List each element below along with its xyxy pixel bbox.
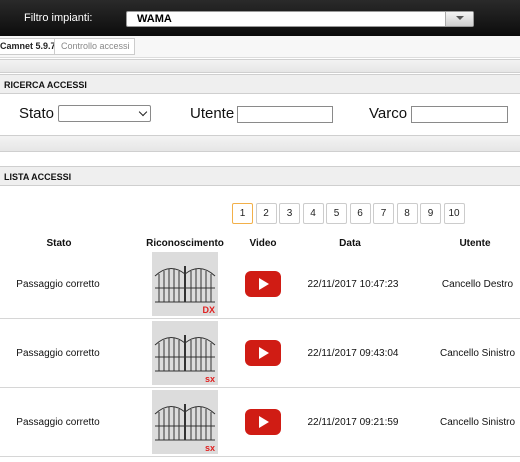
- filter-label: Filtro impianti:: [24, 12, 93, 24]
- row-stato: Passaggio corretto: [16, 348, 100, 359]
- dropdown-button[interactable]: [445, 12, 473, 26]
- page-button[interactable]: 8: [396, 203, 418, 224]
- filter-value: WAMA: [137, 13, 172, 25]
- filter-impianti-select[interactable]: WAMA: [126, 11, 474, 27]
- gate-thumbnail[interactable]: DX: [152, 252, 218, 316]
- column-header-utente[interactable]: Utente: [450, 238, 500, 249]
- row-data: 22/11/2017 09:43:04: [307, 348, 399, 359]
- stato-select[interactable]: [58, 105, 151, 122]
- gate-side-label: sx: [204, 443, 215, 453]
- page-button[interactable]: 2: [255, 203, 277, 224]
- page-button[interactable]: 6: [349, 203, 371, 224]
- row-utente: Cancello Sinistro: [439, 348, 516, 359]
- gate-thumbnail[interactable]: sx: [152, 390, 218, 454]
- row-utente: Cancello Destro: [441, 279, 514, 290]
- play-video-icon: [259, 347, 269, 359]
- top-bar: Filtro impianti: WAMA: [0, 0, 520, 36]
- play-video-button[interactable]: [245, 340, 281, 366]
- stato-label: Stato: [19, 105, 55, 122]
- page-button[interactable]: 5: [326, 203, 347, 224]
- row-stato: Passaggio corretto: [16, 279, 100, 290]
- search-actions-band: [0, 135, 520, 152]
- column-header-stato[interactable]: Stato: [36, 238, 82, 249]
- search-section-title: RICERCA ACCESSI: [0, 74, 520, 94]
- utente-label: Utente: [190, 105, 235, 122]
- page-button[interactable]: 1: [232, 203, 253, 224]
- list-section-title: LISTA ACCESSI: [0, 166, 520, 186]
- row-utente: Cancello Sinistro: [439, 417, 516, 428]
- gate-side-label: sx: [204, 374, 215, 384]
- breadcrumb: Camnet 5.9.7 Controllo accessi: [0, 36, 520, 58]
- column-header-video[interactable]: Video: [240, 238, 286, 249]
- table-row[interactable]: Passaggio corretto sx 22/11/2017 09:43:0…: [0, 320, 520, 388]
- chevron-down-icon: [456, 16, 464, 20]
- row-data: 22/11/2017 10:47:23: [307, 279, 399, 290]
- pagination: 1 2 3 4 5 6 7 8 9 10: [232, 203, 467, 224]
- page-button[interactable]: 7: [373, 203, 394, 224]
- page-button[interactable]: 3: [279, 203, 300, 224]
- chevron-down-icon: [138, 107, 148, 117]
- play-video-button[interactable]: [245, 409, 281, 435]
- varco-label: Varco: [369, 105, 408, 122]
- column-header-riconoscimento[interactable]: Riconoscimento: [135, 238, 235, 249]
- utente-input[interactable]: [237, 106, 333, 123]
- row-data: 22/11/2017 09:21:59: [307, 417, 399, 428]
- page-button[interactable]: 10: [443, 203, 465, 224]
- spacer-band: [0, 59, 520, 73]
- table-row[interactable]: Passaggio corretto DX 22/11/2017 10:47:2…: [0, 251, 520, 319]
- play-video-icon: [259, 278, 269, 290]
- gate-side-label: DX: [202, 305, 215, 315]
- page-button[interactable]: 4: [302, 203, 324, 224]
- row-stato: Passaggio corretto: [16, 417, 100, 428]
- breadcrumb-page[interactable]: Controllo accessi: [54, 38, 135, 55]
- play-video-button[interactable]: [245, 271, 281, 297]
- varco-input[interactable]: [411, 106, 508, 123]
- breadcrumb-app[interactable]: Camnet 5.9.7: [0, 38, 61, 55]
- table-row[interactable]: Passaggio corretto sx 22/11/2017 09:21:5…: [0, 389, 520, 457]
- gate-thumbnail[interactable]: sx: [152, 321, 218, 385]
- play-video-icon: [259, 416, 269, 428]
- column-header-data[interactable]: Data: [325, 238, 375, 249]
- page-button[interactable]: 9: [420, 203, 441, 224]
